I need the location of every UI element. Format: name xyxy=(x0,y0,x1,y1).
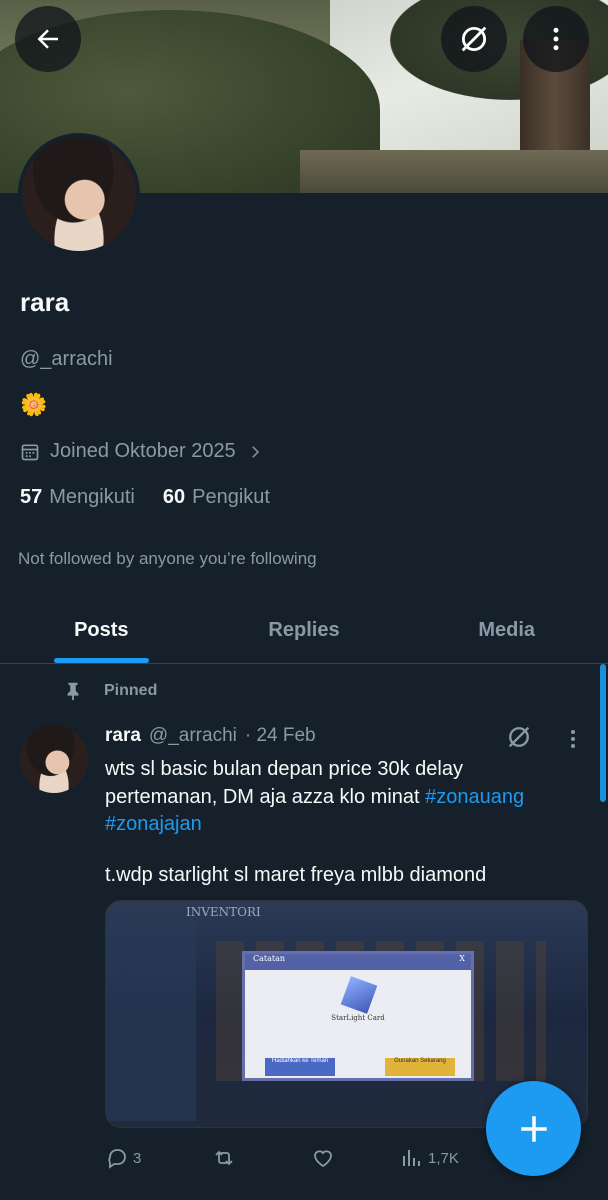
more-vertical-icon xyxy=(553,27,559,51)
more-vertical-icon[interactable] xyxy=(561,726,585,752)
post-text: wts sl basic bulan depan price 30k delay… xyxy=(105,756,575,839)
chevron-right-icon xyxy=(251,445,259,458)
heart-icon xyxy=(314,1150,332,1168)
post-author-name[interactable]: rara xyxy=(105,725,141,747)
retweet-button[interactable] xyxy=(210,1146,310,1170)
tab-media[interactable]: Media xyxy=(405,598,608,663)
post-header: rara @_arrachi · 24 Feb xyxy=(105,725,316,747)
post-date: · 24 Feb xyxy=(244,725,316,746)
grok-icon[interactable] xyxy=(505,723,533,751)
tab-replies[interactable]: Replies xyxy=(203,598,406,663)
bio-emoji: 🌼 xyxy=(20,392,48,417)
media-gift-button: Hadiahkan ke Teman xyxy=(265,1058,335,1076)
like-button[interactable] xyxy=(310,1146,400,1170)
views-count: 1,7K xyxy=(428,1149,459,1167)
followers-count: 60 xyxy=(162,486,186,508)
tab-posts[interactable]: Posts xyxy=(0,598,203,663)
more-options-button[interactable] xyxy=(523,6,589,72)
starlight-card-image xyxy=(340,976,378,1014)
grok-icon xyxy=(461,26,487,52)
following-count: 57 xyxy=(20,486,43,508)
hashtag-zonauang[interactable]: #zonauang xyxy=(425,786,524,808)
media-card-title: StarLight Card xyxy=(331,1014,385,1022)
media-dialog-title: Catatan xyxy=(253,954,286,963)
grok-button[interactable] xyxy=(441,6,507,72)
plus-icon xyxy=(520,1115,547,1142)
joined-label: Joined Oktober 2025 xyxy=(50,440,236,462)
pinned-label: Pinned xyxy=(104,682,158,699)
post-author-handle[interactable]: @_arrachi xyxy=(149,725,237,747)
hashtag-zonajajan[interactable]: #zonajajan xyxy=(105,813,202,835)
arrow-left-icon xyxy=(37,29,58,49)
profile-tabs: Posts Replies Media xyxy=(0,598,608,664)
compose-button[interactable] xyxy=(486,1081,581,1176)
following-link[interactable]: 57 Mengikuti xyxy=(20,486,135,509)
media-use-button: Gunakan Sekarang xyxy=(385,1058,455,1076)
reply-count: 3 xyxy=(133,1149,142,1167)
reply-icon xyxy=(108,1149,126,1169)
pinned-indicator: Pinned xyxy=(62,680,157,702)
followers-label: Pengikut xyxy=(192,486,270,508)
following-label: Mengikuti xyxy=(49,486,135,508)
views-icon xyxy=(403,1150,420,1166)
scrollbar[interactable] xyxy=(600,664,606,802)
views-button[interactable]: 1,7K xyxy=(400,1146,459,1170)
pin-icon xyxy=(67,682,79,701)
profile-avatar[interactable] xyxy=(18,133,140,255)
post-text-body: wts sl basic bulan depan price 30k delay… xyxy=(105,758,463,808)
profile-handle: @_arrachi xyxy=(20,348,113,370)
back-button[interactable] xyxy=(15,6,81,72)
media-dialog-close: X xyxy=(459,954,465,963)
not-followed-text: Not followed by anyone you’re following xyxy=(18,549,317,568)
media-dialog: Catatan X StarLight Card Hadiahkan ke Tem… xyxy=(242,951,474,1081)
post-avatar[interactable] xyxy=(20,725,88,793)
post-text-2: t.wdp starlight sl maret freya mlbb diam… xyxy=(105,864,487,886)
joined-date[interactable]: Joined Oktober 2025 xyxy=(20,440,264,463)
profile-name: rara xyxy=(20,287,70,317)
calendar-icon xyxy=(21,444,39,460)
followers-link[interactable]: 60 Pengikut xyxy=(163,486,270,509)
reply-button[interactable]: 3 xyxy=(105,1146,210,1170)
media-header-text: INVENTORI xyxy=(186,905,261,919)
retweet-icon xyxy=(215,1150,233,1166)
